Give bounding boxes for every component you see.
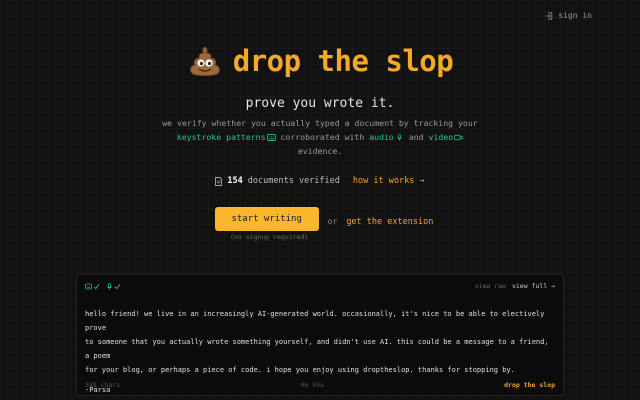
keyboard-icon: [266, 134, 276, 141]
watermark-brand: drop the slop: [504, 381, 555, 389]
desc-video: video: [428, 132, 454, 142]
get-extension-link[interactable]: get the extension: [346, 217, 433, 227]
how-it-works-link[interactable]: how it works →: [353, 176, 425, 186]
hero-description: we verify whether you actually typed a d…: [150, 116, 490, 158]
body-line: hello friend! we live in an increasingly…: [85, 310, 545, 332]
or-label: or: [327, 217, 338, 226]
verification-badges: [85, 282, 121, 290]
desc-text-2: corroborated with: [280, 132, 365, 142]
view-raw-link[interactable]: view raw: [475, 282, 506, 290]
desc-end: evidence.: [297, 146, 343, 156]
documents-count: 154: [227, 176, 243, 186]
hero-brand: drop the slop: [0, 44, 640, 78]
tagline: prove you wrote it.: [245, 96, 395, 111]
body-line: to someone that you actually wrote somet…: [85, 338, 549, 360]
sample-document-card: view raw view full → hello friend! we li…: [76, 274, 564, 396]
keyboard-icon: [85, 283, 92, 289]
body-line: for your blog, or perhaps a piece of cod…: [85, 366, 515, 374]
desc-text-1: we verify whether you actually typed a d…: [162, 118, 478, 128]
cta-row: start writing or get the extension: [0, 207, 640, 231]
video-camera-icon: [454, 134, 463, 141]
sign-in-arrow-icon: [546, 11, 553, 20]
check-icon: [93, 283, 100, 289]
document-icon: [215, 176, 223, 186]
desc-and: and: [408, 132, 424, 142]
no-signup-note: (no signup required): [230, 233, 309, 241]
keystroke-verified-badge: [85, 283, 100, 290]
audio-verified-badge: [106, 282, 121, 290]
card-header: view raw view full →: [77, 275, 563, 297]
sign-in-link[interactable]: sign in: [545, 11, 592, 20]
microphone-icon: [107, 282, 112, 290]
start-writing-button[interactable]: start writing: [214, 207, 319, 231]
card-footer: 348 chars 0m 59s drop the slop: [85, 381, 555, 389]
desc-audio: audio: [369, 132, 394, 142]
microphone-icon: [397, 134, 402, 141]
card-links: view raw view full →: [475, 282, 555, 290]
check-icon: [114, 283, 121, 289]
writing-duration: 0m 59s: [300, 381, 324, 389]
poop-emoji-icon: [189, 46, 220, 76]
brand-title: drop the slop: [232, 44, 454, 78]
stats-row: 154 documents verified how it works →: [0, 176, 640, 186]
documents-label: documents verified: [247, 176, 340, 186]
sign-in-label: sign in: [558, 11, 592, 20]
desc-keystroke: keystroke patterns: [176, 132, 266, 142]
char-count: 348 chars: [85, 381, 121, 389]
view-full-link[interactable]: view full →: [512, 282, 555, 290]
